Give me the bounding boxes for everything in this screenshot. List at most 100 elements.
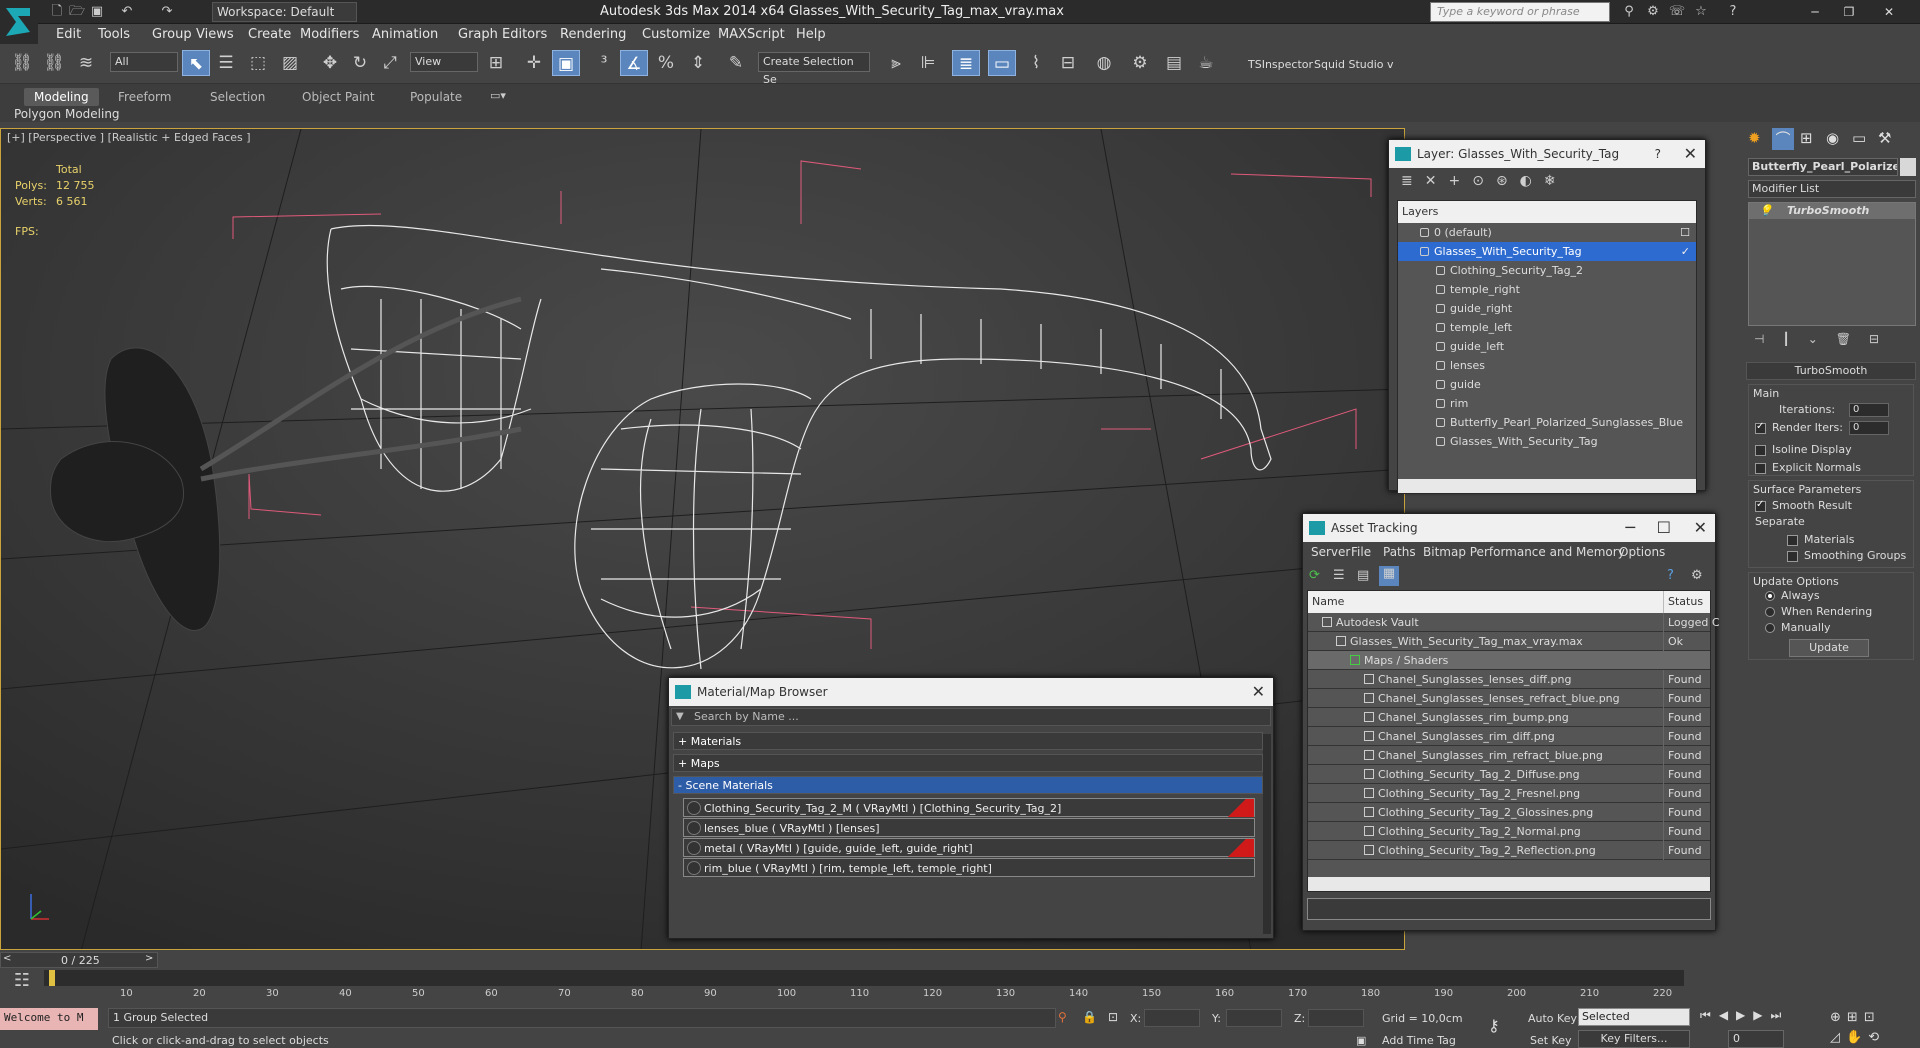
- menu-graph-editors[interactable]: Graph Editors: [458, 27, 547, 42]
- binoculars-icon[interactable]: ⚲: [1620, 3, 1638, 21]
- asset-menu-file[interactable]: File: [1351, 545, 1371, 559]
- asset-row[interactable]: Clothing_Security_Tag_2_Fresnel.png Found: [1308, 784, 1710, 803]
- render-iters-spinner[interactable]: 0: [1849, 421, 1889, 435]
- scene-material-item[interactable]: metal ( VRayMtl ) [guide, guide_left, gu…: [683, 838, 1255, 857]
- key-mode-dropdown[interactable]: Selected: [1578, 1008, 1690, 1026]
- favorites-star-icon[interactable]: ☆: [1692, 3, 1710, 21]
- layer-item[interactable]: lenses: [1398, 356, 1696, 375]
- pan-icon[interactable]: ✋: [1846, 1030, 1868, 1045]
- window-crossing-icon[interactable]: ▨: [276, 50, 304, 76]
- column-name[interactable]: Name: [1308, 595, 1344, 608]
- snaps-toggle-icon[interactable]: ³: [590, 50, 618, 76]
- material-group[interactable]: - Scene Materials: [673, 776, 1263, 794]
- key-icon[interactable]: ⚷: [1488, 1016, 1500, 1035]
- undo-icon[interactable]: ↶: [118, 3, 136, 21]
- select-manipulate-icon[interactable]: ✛: [520, 50, 548, 76]
- time-slider[interactable]: < 0 / 225 >: [0, 952, 158, 968]
- delete-layer-icon[interactable]: ✕: [1425, 173, 1449, 189]
- close-icon[interactable]: ✕: [1694, 514, 1707, 542]
- layer-item[interactable]: Glasses_With_Security_Tag: [1398, 432, 1696, 451]
- trackbar-toggle-icon[interactable]: ☷: [0, 970, 44, 1000]
- layer-manager-icon[interactable]: ≣: [952, 50, 980, 76]
- ribbon-toggle-icon[interactable]: ▭: [988, 50, 1016, 76]
- menu-animation[interactable]: Animation: [372, 27, 438, 42]
- asset-row[interactable]: Chanel_Sunglasses_rim_bump.png Found: [1308, 708, 1710, 727]
- orbit-icon[interactable]: ⟲: [1868, 1030, 1885, 1045]
- x-coordinate-field[interactable]: [1144, 1009, 1200, 1027]
- viewport-label[interactable]: [+] [Perspective ] [Realistic + Edged Fa…: [7, 131, 251, 144]
- rotate-icon[interactable]: ↻: [346, 50, 374, 76]
- link-icon[interactable]: ⛓: [8, 50, 36, 76]
- materials-checkbox[interactable]: [1787, 534, 1798, 546]
- modifier-list-dropdown[interactable]: Modifier List: [1748, 180, 1916, 198]
- new-file-icon[interactable]: 🗋: [48, 3, 66, 21]
- asset-row[interactable]: Clothing_Security_Tag_2_Reflection.png Fo…: [1308, 841, 1710, 860]
- prev-frame-icon[interactable]: <: [3, 953, 11, 964]
- unlink-icon[interactable]: ⛓: [40, 50, 68, 76]
- material-browser-titlebar[interactable]: Material/Map Browser ✕: [669, 678, 1273, 706]
- time-tag-icon[interactable]: ▣: [1356, 1034, 1366, 1047]
- smoothing-groups-checkbox[interactable]: [1787, 550, 1798, 562]
- asset-hscrollbar[interactable]: [1308, 877, 1710, 891]
- asset-row[interactable]: Clothing_Security_Tag_2_Diffuse.png Found: [1308, 765, 1710, 784]
- align-icon[interactable]: ⊫: [914, 50, 942, 76]
- search-options-icon[interactable]: ▼: [676, 709, 684, 725]
- display-tab-icon[interactable]: ▭: [1852, 129, 1866, 147]
- edit-named-selection-icon[interactable]: ✎: [722, 50, 750, 76]
- ribbon-tab-selection[interactable]: Selection: [200, 88, 275, 106]
- asset-menu-options[interactable]: Options: [1619, 545, 1665, 559]
- schematic-view-icon[interactable]: ⊟: [1054, 50, 1082, 76]
- asset-row[interactable]: Chanel_Sunglasses_rim_refract_blue.png Fo…: [1308, 746, 1710, 765]
- asset-menu-bitmap-performance-and-memory[interactable]: Bitmap Performance and Memory: [1423, 545, 1625, 559]
- track-bar[interactable]: [44, 970, 1684, 986]
- y-coordinate-field[interactable]: [1226, 1009, 1282, 1027]
- isoline-checkbox[interactable]: [1755, 444, 1766, 456]
- key-filters-button[interactable]: Key Filters...: [1578, 1030, 1690, 1048]
- scene-material-item[interactable]: Clothing_Security_Tag_2_M ( VRayMtl ) [C…: [683, 798, 1255, 817]
- asset-row[interactable]: Clothing_Security_Tag_2_Normal.png Found: [1308, 822, 1710, 841]
- show-end-result-icon[interactable]: ┃: [1782, 332, 1807, 346]
- close-icon[interactable]: ✕: [1252, 678, 1265, 706]
- curve-editor-icon[interactable]: ⌇: [1022, 50, 1050, 76]
- auto-key-button[interactable]: Auto Key: [1528, 1012, 1577, 1025]
- new-layer-icon[interactable]: ≣: [1401, 173, 1425, 189]
- layer-item[interactable]: rim: [1398, 394, 1696, 413]
- layer-item[interactable]: Clothing_Security_Tag_2: [1398, 261, 1696, 280]
- stack-item-turbosmooth[interactable]: 💡 TurboSmooth: [1749, 203, 1915, 219]
- selection-lock-icon[interactable]: 🔒: [1082, 1010, 1097, 1024]
- when-rendering-radio[interactable]: [1765, 607, 1775, 617]
- bind-space-warp-icon[interactable]: ≋: [72, 50, 100, 76]
- spinner-snap-icon[interactable]: ⇕: [684, 50, 712, 76]
- play-icon[interactable]: ▶: [1736, 1008, 1753, 1022]
- selection-filter-dropdown[interactable]: All: [110, 52, 178, 72]
- ribbon-options-icon[interactable]: ▭▾: [490, 89, 518, 105]
- asset-window-titlebar[interactable]: Asset Tracking ─ ☐ ✕: [1303, 514, 1715, 542]
- workspace-dropdown[interactable]: Workspace: Default: [212, 2, 357, 22]
- named-selection-dropdown[interactable]: Create Selection Se: [758, 52, 870, 86]
- select-object-icon[interactable]: ⬉: [182, 50, 210, 76]
- maxscript-listener[interactable]: Welcome to M: [0, 1008, 98, 1030]
- set-key-button[interactable]: Set Key: [1530, 1034, 1572, 1047]
- asset-row[interactable]: Autodesk Vault Logged C: [1308, 613, 1720, 632]
- object-color-swatch[interactable]: [1900, 158, 1916, 176]
- pin-stack-icon[interactable]: ⊣: [1754, 332, 1782, 346]
- render-production-icon[interactable]: ☕: [1192, 50, 1220, 76]
- layer-item[interactable]: guide: [1398, 375, 1696, 394]
- list-view-icon[interactable]: ☰: [1333, 568, 1345, 583]
- asset-row[interactable]: Glasses_With_Security_Tag_max_vray.max Ok: [1308, 632, 1710, 651]
- reference-coordinate-dropdown[interactable]: View: [410, 52, 478, 72]
- squid-studio-label[interactable]: Squid Studio v: [1314, 58, 1394, 71]
- maximize-icon[interactable]: ☐: [1657, 514, 1671, 542]
- render-iters-checkbox[interactable]: [1755, 421, 1766, 434]
- menu-customize[interactable]: Customize: [642, 27, 710, 42]
- layer-visibility-box-icon[interactable]: ☐: [1680, 223, 1690, 242]
- asset-row[interactable]: Chanel_Sunglasses_lenses_diff.png Found: [1308, 670, 1710, 689]
- modify-tab-icon[interactable]: ⌒: [1772, 128, 1794, 150]
- motion-tab-icon[interactable]: ◉: [1826, 129, 1839, 147]
- layer-item[interactable]: guide_left: [1398, 337, 1696, 356]
- thumbnail-icon[interactable]: ▤: [1357, 568, 1369, 583]
- make-unique-icon[interactable]: ⌄: [1808, 332, 1836, 346]
- configure-modifier-icon[interactable]: ⊟: [1869, 332, 1897, 346]
- update-button[interactable]: Update: [1789, 639, 1869, 657]
- keyboard-shortcut-override-icon[interactable]: ▣: [552, 50, 580, 76]
